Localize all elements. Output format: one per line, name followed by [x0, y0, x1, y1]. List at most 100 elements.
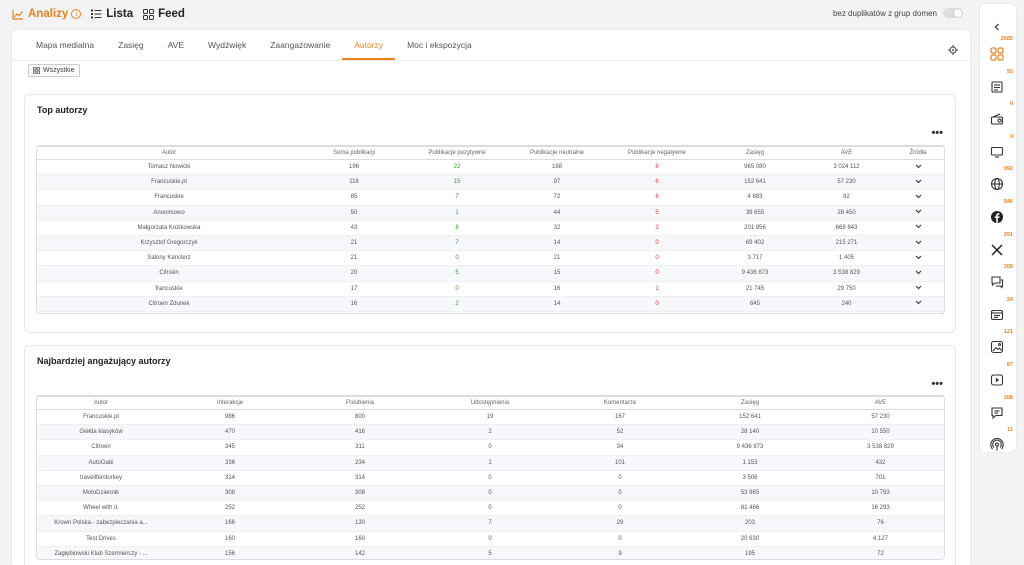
chevron-down-icon[interactable] [915, 209, 922, 216]
column-header[interactable]: AVE [803, 146, 890, 160]
table-row[interactable]: Test Drives 160 160 0 0 20 630 4 127 [37, 531, 944, 547]
info-icon[interactable]: i [71, 9, 82, 19]
tab-zaangazowanie[interactable]: Zaangażowanie [258, 30, 342, 60]
table-cell: 1 [407, 205, 507, 221]
column-header[interactable]: Zasięg [685, 396, 815, 410]
sidebar-item-podcast[interactable]: 11 [980, 427, 1016, 459]
sidebar-item-blog[interactable]: 24 [980, 297, 1016, 329]
table-row[interactable]: MotoDziennik 308 308 0 0 53 965 10 793 [37, 485, 944, 502]
column-header: Źródła [890, 146, 944, 160]
sources-expand-cell[interactable] [890, 174, 944, 191]
table-row[interactable]: Małgorzata Kozikowska 43 8 32 3 201 956 668 84… [37, 220, 944, 236]
table-row[interactable]: travellfeinturkey 314 314 0 0 3 506 701 [37, 470, 944, 486]
view-lista[interactable]: Lista [91, 8, 133, 20]
sources-expand-cell[interactable] [890, 281, 944, 297]
tab-mapa-medialna[interactable]: Mapa medialna [24, 30, 106, 60]
sources-expand-cell[interactable] [890, 220, 944, 236]
table-row[interactable]: Salony Kanclerz 21 0 21 0 3 717 1 405 [37, 250, 944, 267]
chevron-down-icon[interactable] [915, 285, 922, 292]
sidebar-item-x-twitter[interactable]: 291 [980, 232, 1016, 264]
sidebar-item-tv[interactable]: 0 [980, 134, 1016, 166]
table-row[interactable]: Krzysztof Gregorczyk 21 7 14 0 69 402 215 271 [37, 235, 944, 252]
table-row[interactable]: Francuskie.pl 118 15 97 6 152 641 57 230 [37, 174, 944, 191]
chevron-down-icon[interactable] [915, 194, 922, 201]
blog-icon [990, 308, 1004, 322]
table-row[interactable]: Zagłębiowski Klub Szermierczy - ... 156 14… [37, 546, 944, 559]
sidebar-item-newspaper[interactable]: 93 [980, 69, 1016, 101]
table-row[interactable]: Citroen Zdunek 16 2 14 0 645 240 [37, 296, 944, 312]
sidebar-item-web-globe[interactable]: 992 [980, 166, 1016, 198]
column-header[interactable]: Komentarze [555, 396, 685, 410]
sidebar-item-forum[interactable]: 209 [980, 264, 1016, 296]
column-header[interactable]: Publikacje pozytywne [407, 146, 507, 160]
table-cell: 15 [407, 174, 507, 191]
table-row[interactable]: Wheel with it. 252 252 0 0 81 466 16 293 [37, 500, 944, 517]
column-header[interactable]: Autor [37, 146, 301, 160]
chevron-down-icon[interactable] [915, 300, 922, 307]
sidebar-item-comments[interactable]: 208 [980, 395, 1016, 427]
tab-ave[interactable]: AVE [156, 30, 196, 60]
view-feed[interactable]: Feed [143, 8, 185, 20]
table-cell: 17 [301, 281, 407, 297]
column-header[interactable]: Publikacje negatywne [607, 146, 707, 160]
sidebar-item-all-sources[interactable]: 2582 [980, 36, 1016, 68]
chevron-down-icon[interactable] [915, 224, 922, 231]
gear-icon[interactable] [948, 42, 958, 60]
column-header[interactable]: AVE [815, 396, 944, 410]
sidebar-item-youtube[interactable]: 87 [980, 362, 1016, 394]
source-count: 546 [1003, 199, 1013, 205]
tab-autorzy[interactable]: Autorzy [342, 30, 396, 60]
filter-all-button[interactable]: Wszystkie [28, 64, 80, 77]
column-header[interactable]: Publikacje neutralne [507, 146, 607, 160]
table-cell: 1 [607, 281, 707, 297]
sources-expand-cell[interactable] [890, 189, 944, 206]
view-analizy[interactable]: Analizy i [12, 8, 82, 20]
table-row[interactable]: Krown Polska - zabezpieczania a... 166 130… [37, 515, 944, 532]
chevron-down-icon[interactable] [915, 179, 922, 186]
column-header[interactable]: Zasięg [707, 146, 803, 160]
table-row[interactable]: Francuskie.pl 986 800 19 167 152 641 57 230 [37, 409, 944, 426]
table-row[interactable]: AutoGabi 336 234 1 101 1 153 432 [37, 455, 944, 471]
column-header[interactable]: Suma publikacji [301, 146, 407, 160]
table-cell: 20 [301, 265, 407, 282]
table-cell: 1 405 [803, 250, 890, 267]
table-row[interactable]: francuskie 17 0 16 1 21 745 29 750 [37, 281, 944, 297]
sources-expand-cell[interactable] [890, 265, 944, 282]
table-row[interactable]: Tomasz Nowicki 196 22 168 6 965 080 3 024 112 [37, 159, 944, 176]
tab-wydzwiek[interactable]: Wydźwięk [196, 30, 258, 60]
table-row[interactable]: Citroën 20 5 15 0 9 436 873 3 538 829 [37, 265, 944, 282]
chevron-down-icon[interactable] [915, 255, 922, 262]
sources-expand-cell[interactable] [890, 296, 944, 312]
tab-moc-i-ekspozycja[interactable]: Moc i ekspozycja [395, 30, 484, 60]
sources-expand-cell[interactable] [890, 250, 944, 267]
chevron-down-icon[interactable] [915, 164, 922, 171]
sources-expand-cell[interactable] [890, 205, 944, 221]
newspaper-icon [990, 80, 1004, 94]
chevron-down-icon[interactable] [915, 270, 922, 277]
table-cell: 3 717 [707, 250, 803, 267]
more-options-icon[interactable]: ••• [931, 378, 943, 390]
sidebar-item-facebook[interactable]: 546 [980, 199, 1016, 231]
tab-zasieg[interactable]: Zasięg [106, 30, 156, 60]
table-row[interactable]: Francuskie 85 7 72 6 4 883 82 [37, 189, 944, 206]
column-header[interactable]: Polubienia [295, 396, 425, 410]
duplicates-toggle[interactable] [943, 8, 963, 18]
table-cell: 0 [607, 250, 707, 267]
collapse-chevron-icon[interactable] [993, 18, 1001, 36]
more-options-icon[interactable]: ••• [931, 127, 943, 139]
sidebar-item-instagram[interactable]: 121 [980, 329, 1016, 361]
table-cell: 50 [301, 205, 407, 221]
sidebar-item-radio[interactable]: 0 [980, 101, 1016, 133]
column-header[interactable]: Autor [37, 396, 165, 410]
sources-expand-cell[interactable] [890, 235, 944, 252]
table-cell: 234 [295, 455, 425, 471]
sources-expand-cell[interactable] [890, 159, 944, 176]
chevron-down-icon[interactable] [915, 240, 922, 247]
column-header[interactable]: Interakcje [165, 396, 295, 410]
table-cell: 800 [295, 409, 425, 426]
x-twitter-icon [990, 243, 1004, 257]
table-row[interactable]: Citroen 345 311 0 34 9 436 873 3 538 829 [37, 439, 944, 456]
table-row[interactable]: Giełda klasyków 470 416 2 52 28 140 10 550 [37, 424, 944, 441]
table-row[interactable]: Anonimowo 50 1 44 5 39 655 28 450 [37, 205, 944, 221]
column-header[interactable]: Udostępnienia [425, 396, 555, 410]
